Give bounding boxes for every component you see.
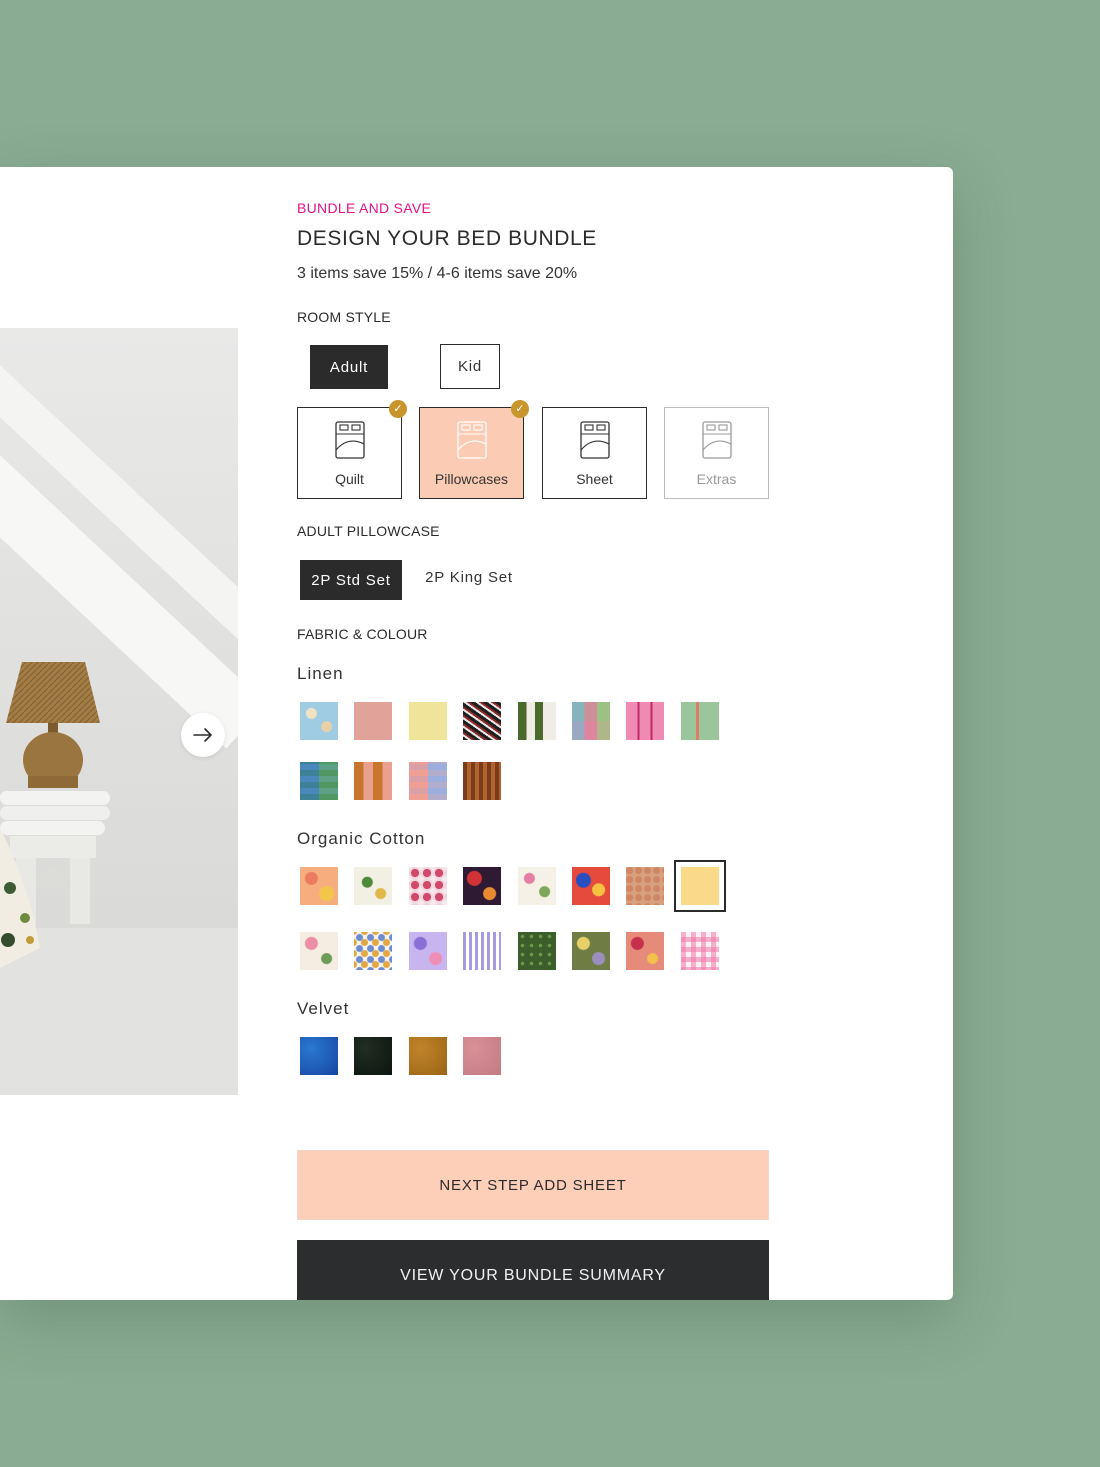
- velvet-swatch[interactable]: [408, 1037, 447, 1075]
- fabric-group-velvet: Velvet: [297, 999, 350, 1018]
- room-style-label: ROOM STYLE: [297, 309, 391, 325]
- linen-swatch[interactable]: [572, 702, 610, 740]
- eyebrow-label: BUNDLE AND SAVE: [297, 200, 432, 216]
- page-title: DESIGN YOUR BED BUNDLE: [297, 227, 597, 250]
- organic-cotton-swatch[interactable]: [354, 867, 393, 905]
- product-extras[interactable]: Extras: [664, 407, 769, 499]
- organic-cotton-swatch[interactable]: [300, 932, 338, 970]
- linen-swatch[interactable]: [300, 762, 338, 800]
- organic-cotton-swatch[interactable]: [680, 932, 719, 970]
- arrow-right-icon: [193, 728, 212, 742]
- velvet-swatch[interactable]: [300, 1037, 338, 1075]
- organic-cotton-swatch[interactable]: [463, 932, 502, 970]
- pillowcase-size-label: ADULT PILLOWCASE: [297, 523, 440, 539]
- next-step-add-sheet-button[interactable]: NEXT STEP ADD SHEET: [297, 1150, 769, 1220]
- bed-icon: [580, 421, 610, 459]
- size-2p-std-set[interactable]: 2P Std Set: [300, 560, 402, 600]
- room-style-kid[interactable]: Kid: [440, 344, 500, 389]
- size-2p-king-set[interactable]: 2P King Set: [421, 560, 517, 594]
- linen-swatch[interactable]: [517, 702, 556, 740]
- bed-icon: [457, 421, 487, 459]
- view-bundle-summary-button[interactable]: VIEW YOUR BUNDLE SUMMARY: [297, 1240, 769, 1300]
- linen-swatch[interactable]: [626, 702, 665, 740]
- linen-swatch[interactable]: [463, 702, 502, 740]
- product-pillowcases[interactable]: Pillowcases ✓: [419, 400, 529, 499]
- bed-icon: [702, 421, 732, 459]
- fabric-group-organic-cotton: Organic Cotton: [297, 829, 426, 848]
- linen-swatch[interactable]: [354, 762, 393, 800]
- linen-swatch[interactable]: [463, 762, 502, 800]
- organic-cotton-swatch[interactable]: [572, 867, 610, 905]
- bundle-builder-card: BUNDLE AND SAVE DESIGN YOUR BED BUNDLE 3…: [0, 167, 953, 1300]
- organic-cotton-swatch[interactable]: [626, 867, 665, 905]
- product-quilt[interactable]: Quilt ✓: [297, 400, 407, 499]
- room-style-adult[interactable]: Adult: [310, 345, 388, 389]
- bed-icon: [335, 421, 365, 459]
- linen-swatch[interactable]: [354, 702, 393, 740]
- linen-swatch[interactable]: [680, 702, 719, 740]
- organic-cotton-swatch[interactable]: [517, 932, 556, 970]
- organic-cotton-swatch[interactable]: [300, 867, 338, 905]
- organic-cotton-swatch[interactable]: [673, 860, 726, 912]
- check-icon: ✓: [389, 400, 407, 418]
- product-label: Pillowcases: [434, 471, 509, 487]
- organic-cotton-swatch[interactable]: [354, 932, 393, 970]
- product-label: Extras: [696, 471, 737, 487]
- linen-swatch[interactable]: [300, 702, 338, 740]
- velvet-swatch[interactable]: [354, 1037, 393, 1075]
- linen-swatch[interactable]: [408, 762, 447, 800]
- savings-subtitle: 3 items save 15% / 4-6 items save 20%: [297, 265, 578, 282]
- product-photo: [0, 328, 238, 1095]
- organic-cotton-swatch[interactable]: [517, 867, 556, 905]
- carousel-next-button[interactable]: [181, 713, 225, 757]
- velvet-swatch[interactable]: [463, 1037, 502, 1075]
- organic-cotton-swatch[interactable]: [626, 932, 665, 970]
- organic-cotton-swatch[interactable]: [463, 867, 502, 905]
- linen-swatch[interactable]: [408, 702, 447, 740]
- bedroom-illustration: [0, 662, 238, 1095]
- organic-cotton-swatch[interactable]: [572, 932, 610, 970]
- fabric-group-linen: Linen: [297, 664, 344, 683]
- product-sheet[interactable]: Sheet: [542, 407, 647, 499]
- fabric-colour-label: FABRIC & COLOUR: [297, 626, 428, 642]
- organic-cotton-swatch[interactable]: [408, 932, 447, 970]
- product-label: Quilt: [335, 471, 364, 487]
- check-icon: ✓: [511, 400, 529, 418]
- product-label: Sheet: [576, 471, 613, 487]
- organic-cotton-swatch[interactable]: [408, 867, 447, 905]
